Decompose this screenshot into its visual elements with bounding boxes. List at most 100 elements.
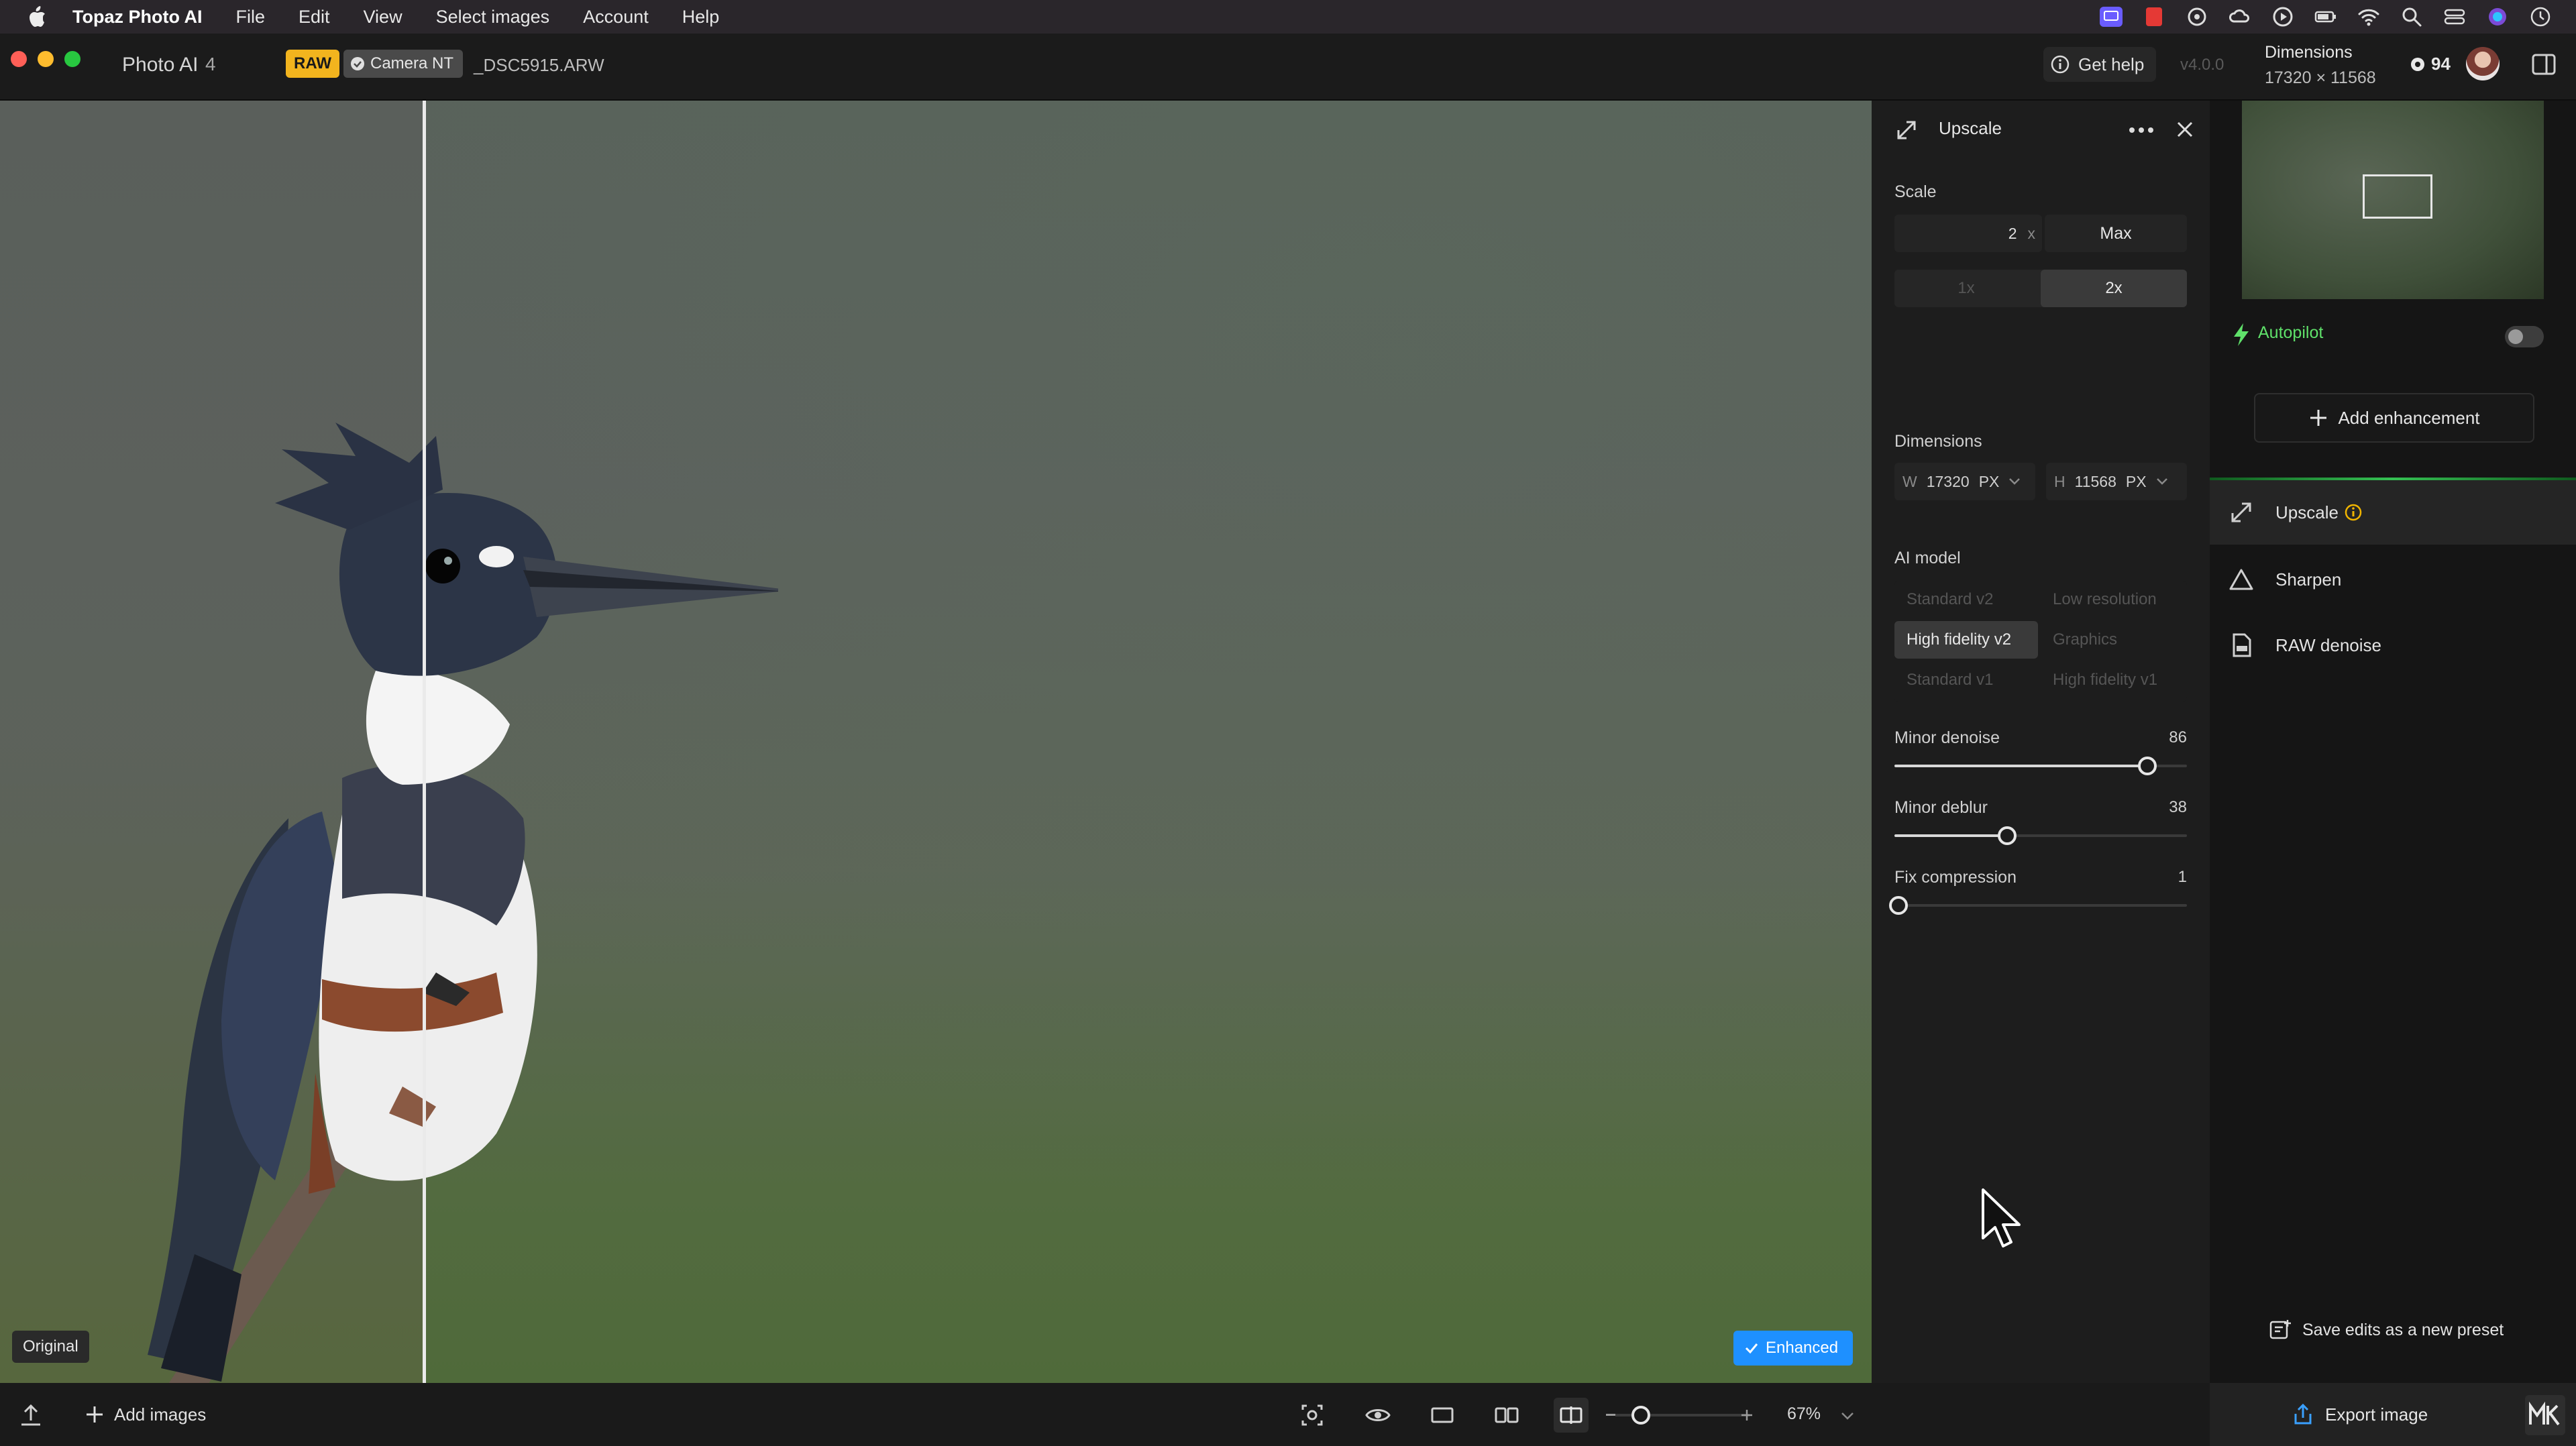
fix-compression-knob[interactable] (1889, 896, 1908, 915)
save-preset-button[interactable]: Save edits as a new preset (2269, 1313, 2504, 1347)
minor-denoise-knob[interactable] (2138, 757, 2157, 775)
export-bar: Export image (2210, 1383, 2576, 1446)
chevron-down-icon[interactable] (2156, 478, 2168, 486)
single-view-icon (1431, 1407, 1454, 1423)
scale-label: Scale (1894, 182, 1937, 201)
cloud-icon[interactable] (2229, 5, 2251, 28)
close-window-button[interactable] (11, 51, 27, 67)
dimensions-value: 17320 × 11568 (2265, 68, 2376, 87)
navigator-viewport-box[interactable] (2363, 174, 2432, 219)
model-high-fidelity-v2[interactable]: High fidelity v2 (1894, 621, 2038, 659)
original-label-text: Original (23, 1337, 78, 1355)
upload-icon[interactable] (19, 1403, 43, 1427)
enhancement-sharpen-label: Sharpen (2275, 569, 2342, 590)
model-standard-v1[interactable]: Standard v1 (1894, 661, 2038, 699)
battery-icon[interactable] (2314, 5, 2337, 28)
width-unit[interactable]: PX (1979, 473, 2000, 491)
enhancement-raw-denoise[interactable]: RAW denoise (2210, 613, 2576, 677)
wifi-icon[interactable] (2357, 5, 2380, 28)
get-help-button[interactable]: Get help (2043, 47, 2157, 82)
minor-deblur-track[interactable] (1894, 826, 2187, 845)
credits-value: 94 (2431, 54, 2451, 74)
split-view-button[interactable] (1554, 1398, 1589, 1433)
sidebar-toggle-icon[interactable] (2530, 51, 2557, 78)
get-help-label: Get help (2078, 54, 2145, 74)
enhanced-toggle-button[interactable]: Enhanced (1733, 1331, 1854, 1366)
camera-badge[interactable]: Camera NT (343, 50, 464, 78)
enhancement-upscale-label: Upscale (2275, 502, 2339, 522)
camera-badge-label: Camera NT (370, 54, 454, 72)
zoom-level[interactable]: 67% (1787, 1404, 1821, 1424)
scale-2x-button[interactable]: 2x (2041, 270, 2187, 307)
image-canvas[interactable]: Original Enhanced (0, 101, 1872, 1383)
scale-1x-button[interactable]: 1x (1894, 270, 2038, 307)
info-icon (2051, 55, 2070, 74)
play-icon[interactable] (2271, 5, 2294, 28)
menu-app-name[interactable]: Topaz Photo AI (72, 0, 202, 34)
menu-help[interactable]: Help (682, 0, 720, 34)
focus-target-icon (1301, 1404, 1323, 1426)
scale-unit: x (2027, 224, 2036, 242)
add-enhancement-button[interactable]: Add enhancement (2254, 393, 2534, 443)
model-high-fidelity-v1[interactable]: High fidelity v1 (2041, 661, 2187, 699)
zoom-slider-knob[interactable] (1631, 1406, 1650, 1425)
user-avatar[interactable] (2466, 47, 2500, 80)
model-graphics[interactable]: Graphics (2041, 621, 2187, 659)
slider-minor-deblur: Minor deblur 38 (1894, 798, 2187, 845)
zoom-in-icon[interactable] (1740, 1408, 1754, 1422)
menu-account[interactable]: Account (583, 0, 649, 34)
minor-deblur-knob[interactable] (1998, 826, 2017, 845)
minor-denoise-track[interactable] (1894, 757, 2187, 775)
scale-input[interactable]: 2 x (1894, 215, 2042, 252)
minor-deblur-label: Minor deblur (1894, 798, 1988, 817)
comparison-split-handle[interactable] (423, 101, 426, 1383)
chevron-down-icon[interactable] (1841, 1411, 1854, 1421)
more-options-icon[interactable] (2128, 126, 2155, 134)
menu-edit[interactable]: Edit (299, 0, 330, 34)
credits-counter[interactable]: 94 (2410, 54, 2451, 74)
plus-icon (2310, 410, 2327, 426)
info-icon[interactable] (2344, 503, 2363, 522)
screen-share-icon[interactable] (2100, 5, 2123, 28)
add-enhancement-label: Add enhancement (2338, 407, 2480, 428)
preview-focus-button[interactable] (1295, 1398, 1330, 1433)
width-field[interactable]: W 17320 PX (1894, 463, 2035, 500)
close-icon[interactable] (2175, 119, 2195, 140)
siri-icon[interactable] (2486, 5, 2509, 28)
max-scale-button[interactable]: Max (2045, 215, 2187, 252)
menu-file[interactable]: File (235, 0, 265, 34)
expand-arrows-icon (1897, 121, 1916, 140)
menu-select-images[interactable]: Select images (436, 0, 550, 34)
ai-model-label: AI model (1894, 549, 1961, 567)
autopilot-toggle[interactable] (2505, 326, 2544, 347)
enhancement-upscale[interactable]: Upscale (2210, 480, 2576, 545)
fix-compression-track[interactable] (1889, 896, 2187, 915)
enhancement-sharpen[interactable]: Sharpen (2210, 547, 2576, 612)
spotlight-search-icon[interactable] (2400, 5, 2423, 28)
height-unit[interactable]: PX (2126, 473, 2147, 491)
export-image-button[interactable]: Export image (2292, 1398, 2428, 1431)
preview-eye-button[interactable] (1360, 1398, 1395, 1433)
macos-menu-bar: Topaz Photo AI File Edit View Select ima… (0, 0, 2576, 34)
minimize-window-button[interactable] (38, 51, 54, 67)
add-images-button[interactable]: Add images (85, 1398, 206, 1431)
clock-icon[interactable] (2529, 5, 2552, 28)
apple-logo-icon[interactable] (27, 4, 47, 30)
settings-wheel-icon[interactable] (2186, 5, 2208, 28)
control-center-icon[interactable] (2443, 5, 2466, 28)
model-low-resolution[interactable]: Low resolution (2041, 581, 2187, 618)
status-icons (2100, 0, 2552, 34)
app-title-bar: Photo AI 4 RAW Camera NT _DSC5915.ARW Ge… (0, 34, 2576, 101)
eye-icon (1365, 1409, 1391, 1421)
navigator-thumbnail[interactable] (2242, 101, 2544, 299)
height-field[interactable]: H 11568 PX (2046, 463, 2187, 500)
side-by-side-view-button[interactable] (1489, 1398, 1524, 1433)
record-icon[interactable] (2143, 5, 2165, 28)
menu-view[interactable]: View (364, 0, 402, 34)
chevron-down-icon[interactable] (2008, 478, 2021, 486)
single-view-button[interactable] (1425, 1398, 1460, 1433)
zoom-window-button[interactable] (64, 51, 80, 67)
panel-title: Upscale (1939, 118, 2002, 138)
fix-compression-value: 1 (2178, 868, 2187, 886)
model-standard-v2[interactable]: Standard v2 (1894, 581, 2038, 618)
